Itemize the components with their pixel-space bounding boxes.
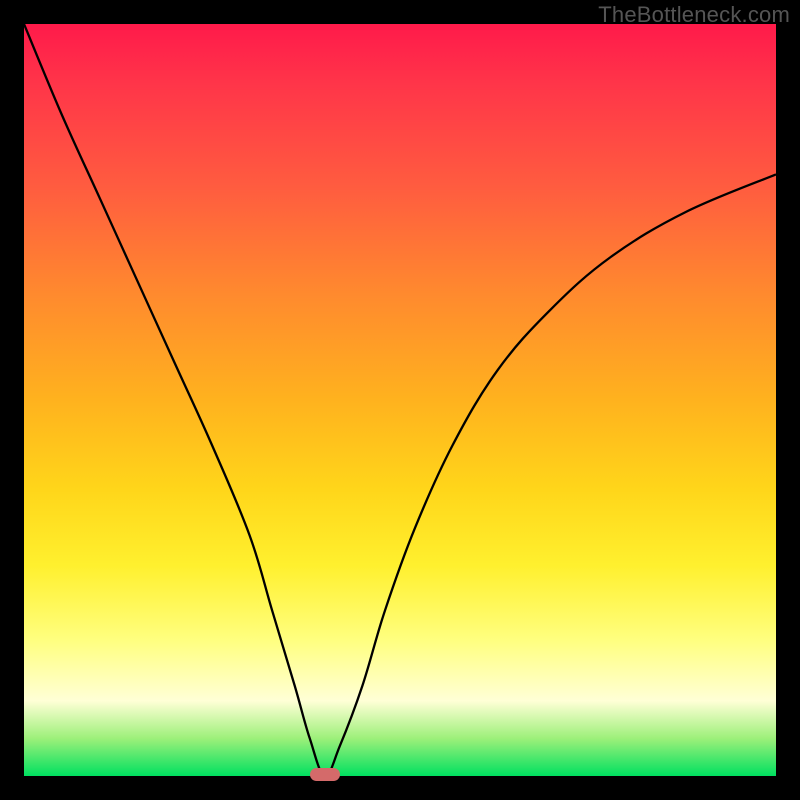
target-marker: [310, 768, 340, 781]
curve-path: [24, 24, 776, 776]
plot-area: [24, 24, 776, 776]
chart-frame: TheBottleneck.com: [0, 0, 800, 800]
watermark-text: TheBottleneck.com: [598, 2, 790, 28]
bottleneck-curve: [24, 24, 776, 776]
